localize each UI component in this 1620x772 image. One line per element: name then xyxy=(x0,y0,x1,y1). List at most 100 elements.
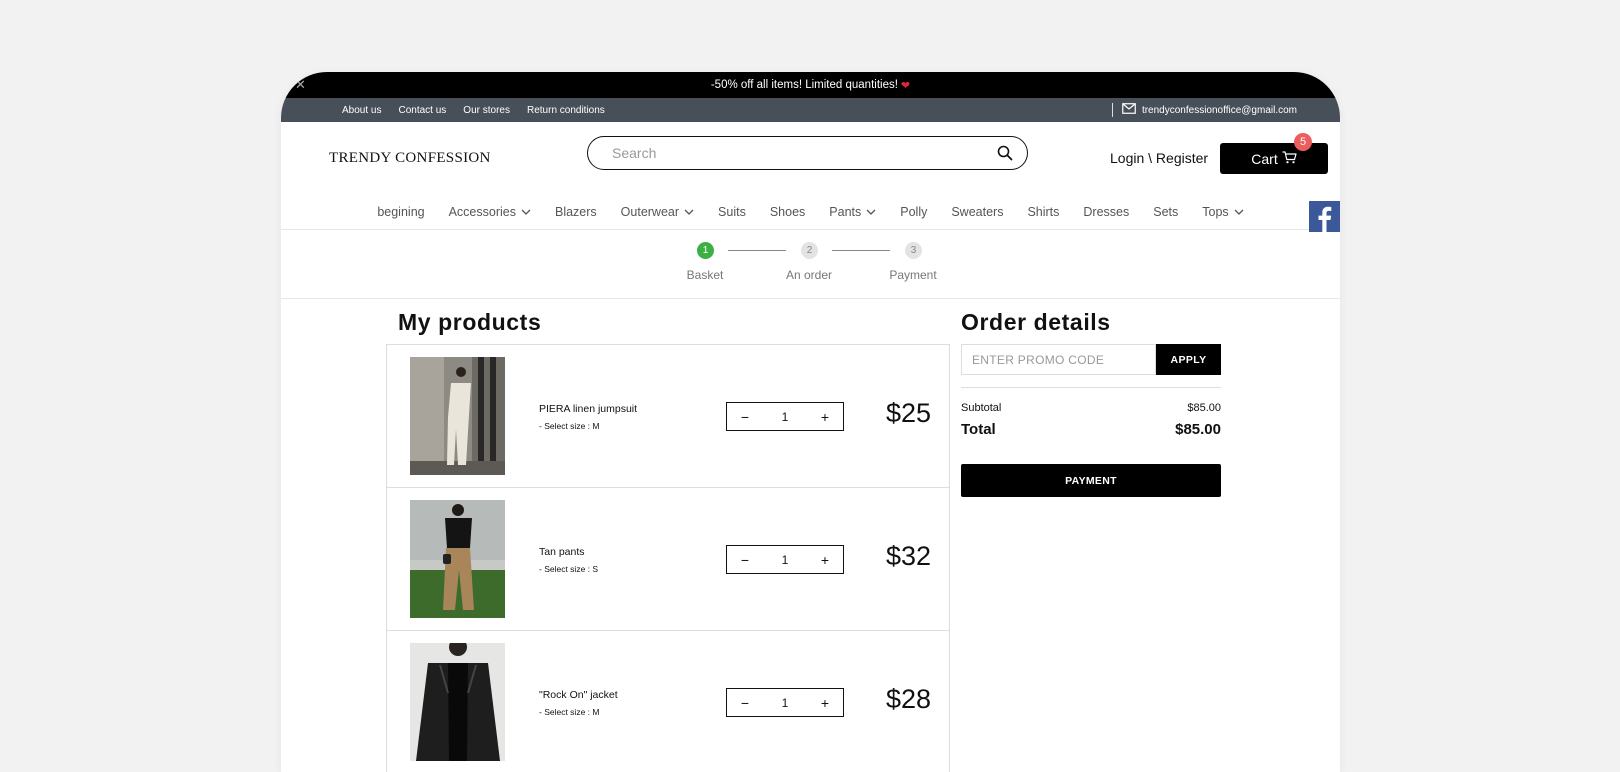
cart-count-badge: 5 xyxy=(1294,133,1312,151)
nav-item-shirts[interactable]: Shirts xyxy=(1027,205,1059,219)
products-title: My products xyxy=(398,309,542,335)
brand-logo[interactable]: TRENDY CONFESSION xyxy=(329,150,491,167)
chevron-down-icon xyxy=(866,209,876,215)
step-connector xyxy=(728,250,786,251)
step-1-label: Basket xyxy=(686,268,724,282)
product-size: - Select size : M xyxy=(539,421,600,431)
quantity-value: 1 xyxy=(781,552,789,567)
total-row: Total $85.00 xyxy=(961,421,1221,438)
product-name[interactable]: PIERA linen jumpsuit xyxy=(539,403,637,415)
product-price: $28 xyxy=(885,684,931,714)
order-details-title: Order details xyxy=(961,309,1111,335)
plus-icon[interactable]: + xyxy=(817,695,833,711)
facebook-icon[interactable] xyxy=(1309,201,1340,232)
subtotal-label: Subtotal xyxy=(961,402,1002,414)
nav-label: Suits xyxy=(718,204,746,219)
nav-item-outerwear[interactable]: Outerwear xyxy=(621,205,694,219)
nav-label: Sweaters xyxy=(951,204,1004,219)
email-text: trendyconfessionoffice@gmail.com xyxy=(1141,104,1297,116)
announcement-text: -50% off all items! Limited quantities! xyxy=(710,79,898,91)
step-3-label: Payment xyxy=(889,268,937,282)
quantity-stepper: − 1 + xyxy=(726,545,844,574)
nav-item-blazers[interactable]: Blazers xyxy=(555,205,597,219)
divider xyxy=(1111,103,1113,117)
product-list: PIERA linen jumpsuit - Select size : M −… xyxy=(386,344,950,772)
total-value: $85.00 xyxy=(1175,421,1221,438)
product-row: PIERA linen jumpsuit - Select size : M −… xyxy=(386,344,950,487)
nav-label: Outerwear xyxy=(620,204,680,219)
chevron-down-icon xyxy=(521,209,531,215)
quantity-value: 1 xyxy=(781,409,789,424)
product-image[interactable] xyxy=(410,500,505,618)
nav-item-shoes[interactable]: Shoes xyxy=(770,205,805,219)
nav-label: begining xyxy=(377,204,425,219)
top-links: About us Contact us Our stores Return co… xyxy=(342,105,605,116)
product-size: - Select size : M xyxy=(539,707,600,717)
product-size: - Select size : S xyxy=(539,564,599,574)
total-label: Total xyxy=(961,421,996,438)
heart-icon: ❤ xyxy=(900,79,911,92)
subtotal-row: Subtotal $85.00 xyxy=(961,402,1221,414)
plus-icon[interactable]: + xyxy=(817,409,833,425)
cart-button[interactable]: Cart xyxy=(1220,143,1328,174)
search-icon[interactable] xyxy=(997,145,1013,161)
step-3-indicator: 3 xyxy=(905,242,922,259)
quantity-value: 1 xyxy=(781,695,789,710)
nav-label: Sets xyxy=(1153,204,1179,219)
nav-item-polly[interactable]: Polly xyxy=(900,205,927,219)
step-1-indicator: 1 xyxy=(697,242,714,259)
close-icon[interactable]: ✕ xyxy=(295,77,306,93)
step-connector xyxy=(832,250,890,251)
nav-label: Shirts xyxy=(1027,204,1060,219)
nav-item-sweaters[interactable]: Sweaters xyxy=(951,205,1003,219)
nav-item-dresses[interactable]: Dresses xyxy=(1083,205,1129,219)
nav-label: Pants xyxy=(829,204,862,219)
nav-label: Blazers xyxy=(554,204,597,219)
step-2-label: An order xyxy=(785,268,833,282)
chevron-down-icon xyxy=(1234,209,1244,215)
apply-promo-button[interactable]: APPLY xyxy=(1156,344,1221,375)
minus-icon[interactable]: − xyxy=(737,409,753,425)
search-bar xyxy=(587,136,1028,170)
nav-item-pants[interactable]: Pants xyxy=(829,205,876,219)
nav-label: Tops xyxy=(1202,204,1229,219)
nav-item-suits[interactable]: Suits xyxy=(718,205,746,219)
contact-email[interactable]: trendyconfessionoffice@gmail.com xyxy=(1111,103,1297,117)
nav-item-begining[interactable]: begining xyxy=(377,205,424,219)
store-page: ✕ -50% off all items! Limited quantities… xyxy=(281,72,1340,772)
link-about-us[interactable]: About us xyxy=(342,105,381,116)
product-image[interactable] xyxy=(410,643,505,761)
nav-item-sets[interactable]: Sets xyxy=(1153,205,1178,219)
nav-label: Polly xyxy=(900,204,928,219)
nav-label: Accessories xyxy=(448,204,516,219)
product-row: "Rock On" jacket - Select size : M − 1 +… xyxy=(386,630,950,772)
nav-item-accessories[interactable]: Accessories xyxy=(449,205,531,219)
login-register-link[interactable]: Login \ Register xyxy=(1110,150,1208,166)
minus-icon[interactable]: − xyxy=(737,695,753,711)
info-bar: About us Contact us Our stores Return co… xyxy=(281,98,1340,122)
divider xyxy=(961,387,1221,388)
nav-item-tops[interactable]: Tops xyxy=(1202,204,1244,219)
quantity-stepper: − 1 + xyxy=(726,402,844,431)
link-our-stores[interactable]: Our stores xyxy=(463,105,510,116)
nav-label: Dresses xyxy=(1083,204,1130,219)
product-name[interactable]: Tan pants xyxy=(539,546,585,558)
product-row: Tan pants - Select size : S − 1 + $32 xyxy=(386,487,950,630)
chevron-down-icon xyxy=(684,209,694,215)
quantity-stepper: − 1 + xyxy=(726,688,844,717)
header: TRENDY CONFESSION Login \ Register Cart … xyxy=(281,122,1340,194)
payment-button[interactable]: PAYMENT xyxy=(961,464,1221,497)
link-return-conditions[interactable]: Return conditions xyxy=(527,105,605,116)
checkout-steps: 1 2 3 Basket An order Payment xyxy=(281,230,1340,299)
minus-icon[interactable]: − xyxy=(737,552,753,568)
promo-code-input[interactable] xyxy=(961,344,1156,375)
plus-icon[interactable]: + xyxy=(817,552,833,568)
link-contact-us[interactable]: Contact us xyxy=(398,105,446,116)
step-2-indicator: 2 xyxy=(801,242,818,259)
product-name[interactable]: "Rock On" jacket xyxy=(539,689,618,701)
product-image[interactable] xyxy=(410,357,505,475)
search-input[interactable] xyxy=(610,144,997,162)
cart-label: Cart xyxy=(1251,150,1278,167)
mail-icon xyxy=(1122,103,1136,117)
product-price: $32 xyxy=(885,541,931,571)
